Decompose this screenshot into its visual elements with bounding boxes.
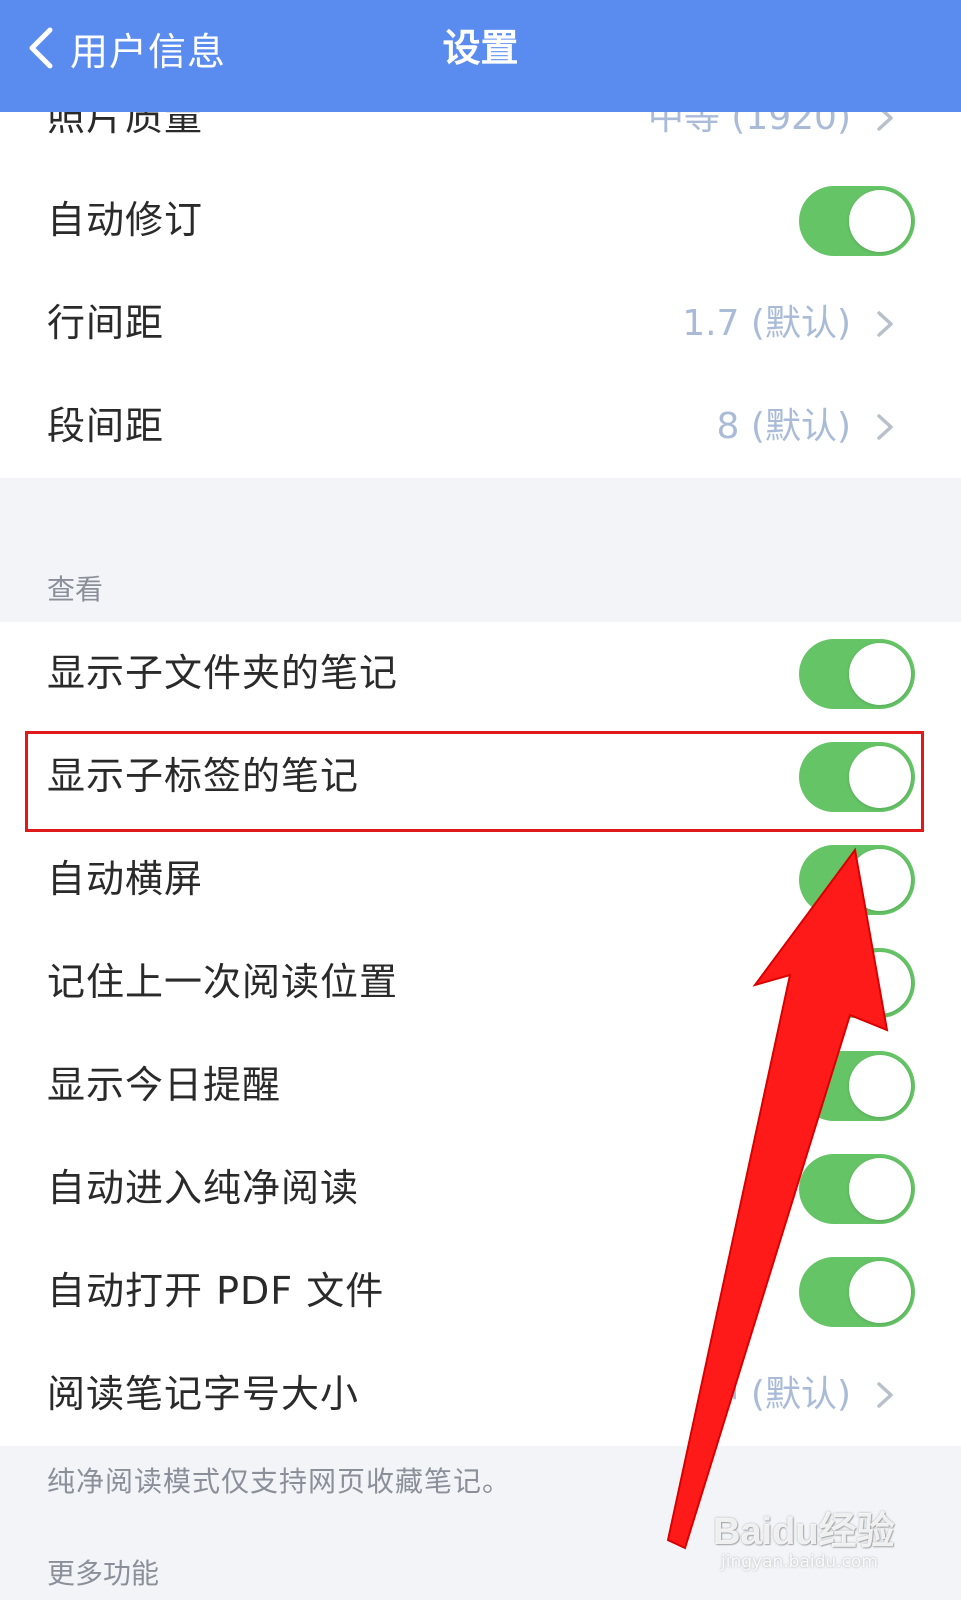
row-paragraph-spacing[interactable]: 段间距 8 (默认) [0,375,961,478]
row-show-subtag-notes: 显示子标签的笔记 [0,725,961,828]
row-label: 段间距 [47,404,165,448]
row-value: 1.7 (默认) [682,303,851,344]
row-value: 中 (默认) [703,1374,851,1415]
footer-note-text: 纯净阅读模式仅支持网页收藏笔记。 [47,1465,512,1498]
navigation-bar: 用户信息 设置 [0,0,961,112]
chevron-right-icon [877,414,893,440]
section-header-label: 查看 [47,573,104,606]
row-label: 自动修订 [47,198,204,242]
row-value: 8 (默认) [716,406,851,447]
row-show-today-reminder: 显示今日提醒 [0,1034,961,1137]
toggle-knob [849,952,911,1014]
toggle-knob [849,643,911,705]
row-label: 阅读笔记字号大小 [47,1372,360,1416]
row-auto-revise: 自动修订 [0,169,961,272]
row-show-subfolder-notes: 显示子文件夹的笔记 [0,622,961,725]
auto-open-pdf-toggle[interactable] [799,1257,915,1327]
chevron-right-icon [877,1382,893,1408]
row-auto-open-pdf: 自动打开 PDF 文件 [0,1240,961,1343]
settings-content: 照片质量 中等 (1920) 自动修订 行间距 1.7 (默认) 段间距 8 (… [0,0,961,1596]
toggle-knob [849,849,911,911]
toggle-knob [849,1158,911,1220]
row-label: 显示今日提醒 [47,1063,282,1107]
toggle-knob [849,1261,911,1323]
clean-reading-note: 纯净阅读模式仅支持网页收藏笔记。 [0,1446,961,1526]
row-label: 自动进入纯净阅读 [47,1166,360,1210]
toggle-knob [849,746,911,808]
section-gap [0,478,961,558]
show-today-reminder-toggle[interactable] [799,1051,915,1121]
row-label: 记住上一次阅读位置 [47,960,399,1004]
row-line-spacing[interactable]: 行间距 1.7 (默认) [0,272,961,375]
row-remember-reading-position: 记住上一次阅读位置 [0,931,961,1034]
editing-group: 照片质量 中等 (1920) 自动修订 行间距 1.7 (默认) 段间距 8 (… [0,66,961,478]
section-header-label: 更多功能 [47,1557,160,1590]
row-label: 自动横屏 [47,857,204,901]
auto-revise-toggle[interactable] [799,186,915,256]
row-label: 显示子标签的笔记 [47,754,360,798]
page-title: 设置 [442,26,519,70]
row-label: 自动打开 PDF 文件 [47,1269,385,1313]
toggle-knob [849,190,911,252]
toggle-knob [849,1055,911,1117]
remember-reading-position-toggle[interactable] [799,948,915,1018]
auto-clean-reading-toggle[interactable] [799,1154,915,1224]
show-subtag-notes-toggle[interactable] [799,742,915,812]
row-reading-font-size[interactable]: 阅读笔记字号大小 中 (默认) [0,1343,961,1446]
auto-landscape-toggle[interactable] [799,845,915,915]
settings-screen: 照片质量 中等 (1920) 自动修订 行间距 1.7 (默认) 段间距 8 (… [0,0,961,1600]
row-auto-landscape: 自动横屏 [0,828,961,931]
show-subfolder-notes-toggle[interactable] [799,639,915,709]
row-label: 显示子文件夹的笔记 [47,651,399,695]
section-header-more: 更多功能 [0,1526,961,1596]
row-label: 行间距 [47,301,165,345]
row-auto-clean-reading: 自动进入纯净阅读 [0,1137,961,1240]
view-group: 显示子文件夹的笔记 显示子标签的笔记 自动横屏 记住上一次阅读位置 显示今日提醒… [0,622,961,1446]
section-header-view: 查看 [0,558,961,622]
chevron-right-icon [877,311,893,337]
